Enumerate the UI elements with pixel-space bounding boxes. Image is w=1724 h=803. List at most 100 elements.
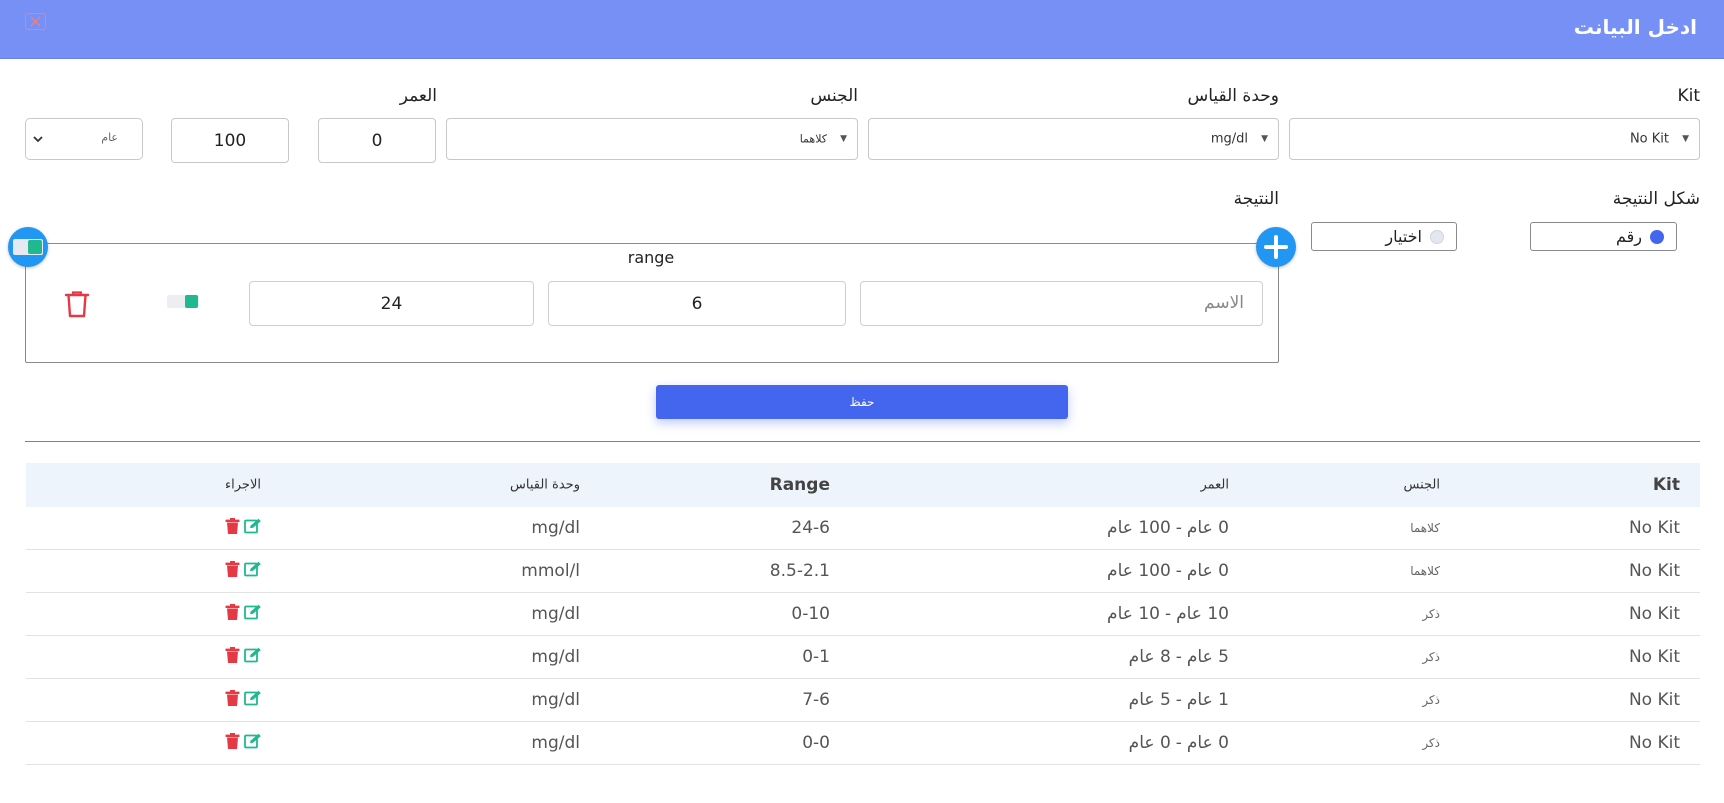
radio-choice[interactable]: اختيار	[1311, 222, 1457, 251]
add-range-button[interactable]	[1256, 227, 1296, 267]
save-button[interactable]: حفظ	[656, 385, 1068, 419]
cell-unit: mg/dl	[531, 690, 580, 710]
age-sep-text: -	[1175, 647, 1182, 667]
cell-kit: No Kit	[1628, 647, 1680, 667]
cell-age: 0 عام - 0 عام	[1129, 733, 1229, 753]
cell-gender: كلاهما	[1410, 521, 1440, 535]
table-body: No Kit كلاهما 0 عام - 100 عام 24-6 mg/dl	[26, 507, 1700, 765]
range-name-input[interactable]: الاسم	[860, 281, 1263, 326]
cell-actions	[225, 518, 262, 538]
edit-row-button[interactable]	[244, 733, 262, 753]
delete-row-button[interactable]	[225, 518, 240, 538]
cell-kit: No Kit	[1628, 733, 1680, 753]
cell-kit: No Kit	[1628, 561, 1680, 581]
radio-unselected-icon	[1430, 230, 1444, 244]
divider	[25, 441, 1700, 442]
cell-gender: كلاهما	[1410, 564, 1440, 578]
trash-icon	[225, 733, 240, 749]
unit-label: وحدة القياس	[1187, 86, 1279, 106]
age-sep-text: -	[1175, 518, 1182, 538]
table-row: No Kit كلاهما 0 عام - 100 عام 8.5-2.1 mm…	[26, 550, 1700, 593]
cell-gender: ذكر	[1422, 607, 1440, 621]
cell-actions	[225, 561, 262, 581]
age-from-text: 1 عام	[1186, 690, 1229, 710]
edit-row-button[interactable]	[244, 518, 262, 538]
age-to-text: 5 عام	[1128, 690, 1171, 710]
age-to-text: 0 عام	[1128, 733, 1171, 753]
header-kit: Kit	[1652, 475, 1680, 495]
ranges-table: Kit الجنس العمر Range وحدة القياس الاجرا…	[26, 463, 1700, 765]
result-label: النتيجة	[1233, 189, 1279, 209]
range-type-toggle-button[interactable]	[8, 227, 48, 267]
delete-row-button[interactable]	[225, 733, 240, 753]
edit-row-button[interactable]	[244, 604, 262, 624]
cell-actions	[225, 604, 262, 624]
toggle-icon	[13, 239, 43, 255]
radio-number-label: رقم	[1615, 227, 1642, 246]
close-icon	[30, 16, 41, 27]
cell-actions	[225, 733, 262, 753]
edit-icon	[244, 518, 261, 534]
edit-icon	[244, 561, 261, 577]
cell-unit: mg/dl	[531, 647, 580, 667]
cell-actions	[225, 690, 262, 710]
edit-row-button[interactable]	[244, 690, 262, 710]
age-period-select[interactable]: عام	[25, 118, 143, 160]
age-to-input[interactable]: 100	[171, 118, 289, 163]
table-row: No Kit ذكر 10 عام - 10 عام 0-10 mg/dl	[26, 593, 1700, 636]
cell-age: 10 عام - 10 عام	[1107, 604, 1229, 624]
unit-select[interactable]: mg/dl ▼	[868, 118, 1279, 160]
trash-icon	[225, 518, 240, 534]
kit-select[interactable]: No Kit ▼	[1289, 118, 1700, 160]
edit-icon	[244, 690, 261, 706]
range-low-input[interactable]: 6	[548, 281, 846, 326]
header-gender: الجنس	[1403, 477, 1440, 493]
age-sep-text: -	[1175, 733, 1182, 753]
age-sep-text: -	[1175, 561, 1182, 581]
header-age: العمر	[1200, 477, 1229, 493]
cell-kit: No Kit	[1628, 690, 1680, 710]
range-name-placeholder: الاسم	[1204, 293, 1244, 313]
plus-icon	[1264, 235, 1288, 259]
chevron-down-icon: ▼	[1261, 134, 1268, 144]
edit-row-button[interactable]	[244, 647, 262, 667]
close-button[interactable]	[25, 13, 46, 30]
header-unit: وحدة القياس	[510, 477, 580, 493]
age-to-text: 100 عام	[1107, 561, 1171, 581]
age-from-input[interactable]: 0	[318, 118, 436, 163]
radio-selected-icon	[1650, 230, 1664, 244]
age-to-value: 100	[213, 130, 247, 151]
cell-range: 0-1	[802, 647, 830, 667]
delete-row-button[interactable]	[225, 604, 240, 624]
edit-row-button[interactable]	[244, 561, 262, 581]
kit-select-value: No Kit	[1629, 131, 1669, 147]
gender-select[interactable]: كلاهما ▼	[446, 118, 858, 160]
delete-row-button[interactable]	[225, 690, 240, 710]
trash-icon	[225, 604, 240, 620]
radio-number[interactable]: رقم	[1530, 222, 1677, 251]
delete-range-button[interactable]	[64, 290, 90, 318]
edit-icon	[244, 733, 261, 749]
table-row: No Kit كلاهما 0 عام - 100 عام 24-6 mg/dl	[26, 507, 1700, 550]
range-high-value: 24	[380, 293, 403, 314]
cell-unit: mg/dl	[531, 733, 580, 753]
header-range: Range	[769, 475, 830, 495]
trash-icon	[225, 690, 240, 706]
edit-icon	[244, 647, 261, 663]
chevron-down-icon: ▼	[840, 134, 847, 144]
trash-icon	[225, 647, 240, 663]
edit-icon	[244, 604, 261, 620]
cell-gender: ذكر	[1422, 693, 1440, 707]
cell-gender: ذكر	[1422, 736, 1440, 750]
toggle-icon	[167, 295, 199, 308]
range-high-input[interactable]: 24	[249, 281, 534, 326]
cell-range: 0-10	[791, 604, 830, 624]
range-toggle-switch[interactable]	[167, 293, 201, 310]
cell-actions	[225, 647, 262, 667]
range-title: range	[627, 248, 675, 267]
result-shape-label: شكل النتيجة	[1612, 189, 1700, 209]
unit-select-value: mg/dl	[1210, 131, 1248, 147]
delete-row-button[interactable]	[225, 561, 240, 581]
cell-kit: No Kit	[1628, 518, 1680, 538]
delete-row-button[interactable]	[225, 647, 240, 667]
